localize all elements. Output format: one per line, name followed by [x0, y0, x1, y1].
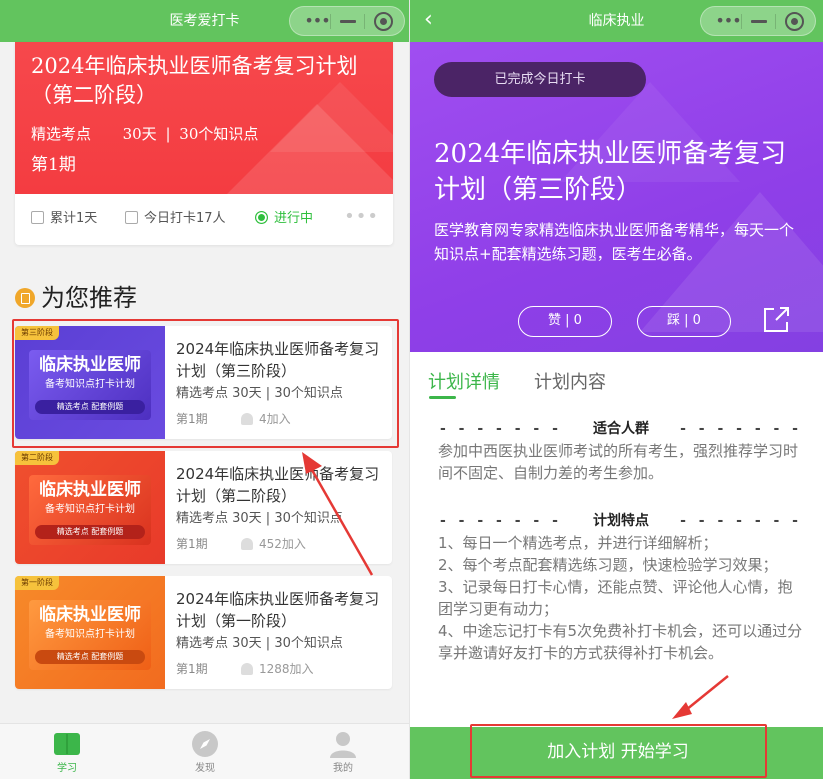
stat-status: 进行中	[255, 210, 313, 228]
current-plan-stats: 累计1天 今日打卡17人 进行中 •••	[15, 194, 393, 245]
stat-today-label: 今日打卡17人	[144, 211, 226, 226]
tab-mine[interactable]: 我的	[303, 724, 383, 779]
meta-separator: |	[165, 125, 171, 143]
like-button[interactable]: 赞 | 0	[518, 306, 612, 337]
person-icon	[241, 663, 253, 675]
right-miniapp-capsule: •••	[700, 6, 816, 36]
thumbnail-subtitle: 备考知识点打卡计划	[45, 504, 135, 515]
tab-plan-detail[interactable]: 计划详情	[428, 370, 500, 396]
compass-icon	[192, 731, 218, 757]
more-options-icon[interactable]: •••	[344, 206, 379, 227]
current-plan-title: 2024年临床执业医师备考复习计划（第二阶段）	[31, 54, 358, 107]
recommend-item-meta: 精选考点 30天 | 30个知识点	[176, 511, 343, 526]
right-screen: ‹ 临床执业 ••• 已完成今日打卡 2024年临床执业医师备考复习计划（第三阶…	[409, 0, 823, 779]
heading-dash: - - - - - - -	[680, 421, 802, 437]
detail-tabs: 计划详情 计划内容	[410, 362, 823, 406]
heading-dash: - - - - - - -	[440, 421, 562, 437]
capsule-divider	[775, 14, 776, 29]
tab-discover[interactable]: 发现	[165, 724, 245, 779]
recommend-item-title: 2024年临床执业医师备考复习计划（第一阶段）	[176, 590, 380, 630]
more-menu-icon[interactable]: •••	[713, 7, 743, 35]
plan-title: 2024年临床执业医师备考复习计划（第三阶段）	[434, 139, 787, 205]
person-icon	[241, 538, 253, 550]
calendar-icon	[31, 211, 44, 224]
recommend-item-title: 2024年临床执业医师备考复习计划（第二阶段）	[176, 465, 380, 505]
dislike-button[interactable]: 踩 | 0	[637, 306, 731, 337]
stat-total-label: 累计1天	[50, 211, 98, 226]
meta-days: 30天	[122, 125, 157, 143]
active-tab-indicator	[429, 396, 456, 399]
right-title-bar: ‹ 临床执业 •••	[410, 0, 823, 42]
feature-point: 1、每日一个精选考点，并进行详细解析；	[438, 534, 718, 552]
annotation-highlight-box	[470, 724, 767, 778]
recommend-item-period: 第1期	[176, 662, 208, 676]
checked-in-badge: 已完成今日打卡	[434, 62, 646, 97]
recommend-item-joined: 452加入	[241, 536, 306, 552]
stat-status-label: 进行中	[274, 211, 314, 226]
annotation-highlight-box	[12, 319, 399, 448]
recommend-item-period: 第1期	[176, 537, 208, 551]
left-title-bar: 医考爱打卡 •••	[0, 0, 409, 42]
stage-tag: 第一阶段	[15, 576, 59, 590]
minimize-icon[interactable]	[751, 20, 767, 23]
close-miniapp-icon[interactable]	[374, 12, 393, 31]
current-plan-banner: 2024年临床执业医师备考复习计划（第二阶段） 精选考点 30天 | 30个知识…	[15, 42, 393, 194]
current-plan-meta: 精选考点 30天 | 30个知识点	[31, 123, 258, 145]
share-icon[interactable]	[762, 306, 790, 334]
meta-knowledge: 30个知识点	[179, 125, 259, 143]
tab-study-label: 学习	[57, 763, 77, 774]
stage-tag: 第二阶段	[15, 451, 59, 465]
recommend-item-stage1[interactable]: 第一阶段 临床执业医师 备考知识点打卡计划 精选考点 配套例题 2024年临床执…	[15, 576, 392, 689]
recommend-icon	[15, 288, 35, 308]
recommend-title: 为您推荐	[41, 284, 137, 312]
thumbnail-features: 精选考点 配套例题	[35, 650, 145, 664]
thumbnail-heading: 临床执业医师	[39, 605, 141, 625]
section-heading-features: - - - - - - - 计划特点 - - - - - - -	[438, 510, 804, 532]
capsule-divider	[330, 14, 331, 29]
plan-hero: 已完成今日打卡 2024年临床执业医师备考复习计划（第三阶段） 医学教育网专家精…	[410, 42, 823, 352]
tab-mine-label: 我的	[333, 763, 353, 774]
recommend-item-joined: 1288加入	[241, 661, 314, 677]
thumbnail-features: 精选考点 配套例题	[35, 525, 145, 539]
plan-thumbnail: 第一阶段 临床执业医师 备考知识点打卡计划 精选考点 配套例题	[15, 576, 165, 689]
thumbnail-heading: 临床执业医师	[39, 480, 141, 500]
plan-thumbnail: 第二阶段 临床执业医师 备考知识点打卡计划 精选考点 配套例题	[15, 451, 165, 564]
current-plan-card[interactable]: 2024年临床执业医师备考复习计划（第二阶段） 精选考点 30天 | 30个知识…	[15, 42, 393, 245]
current-plan-period: 第1期	[31, 155, 76, 175]
close-miniapp-icon[interactable]	[785, 12, 804, 31]
joined-count: 1288加入	[259, 662, 314, 676]
bottom-tab-bar: 学习 发现 我的	[0, 723, 409, 779]
tab-discover-label: 发现	[195, 763, 215, 774]
tab-study[interactable]: 学习	[27, 724, 107, 779]
feature-point: 3、记录每日打卡心情，还能点赞、评论他人心情，抱团学习更有动力；	[438, 578, 793, 618]
tab-plan-content[interactable]: 计划内容	[534, 370, 606, 396]
heading-text: 适合人群	[593, 421, 649, 437]
book-icon	[54, 733, 80, 755]
section-heading-audience: - - - - - - - 适合人群 - - - - - - -	[438, 418, 804, 440]
stat-total-days: 累计1天	[31, 210, 97, 228]
left-miniapp-capsule: •••	[289, 6, 405, 36]
more-menu-icon[interactable]: •••	[302, 7, 332, 35]
joined-count: 452加入	[259, 537, 306, 551]
in-progress-icon	[255, 211, 268, 224]
heading-dash: - - - - - - -	[440, 513, 562, 529]
thumbnail-subtitle: 备考知识点打卡计划	[45, 629, 135, 640]
stat-today-checkins: 今日打卡17人	[125, 210, 226, 228]
feature-point: 4、中途忘记打卡有5次免费补打卡机会，还可以通过分享并邀请好友打卡的方式获得补打…	[438, 622, 803, 662]
recommend-item-meta: 精选考点 30天 | 30个知识点	[176, 636, 343, 651]
recommend-item-stage2[interactable]: 第二阶段 临床执业医师 备考知识点打卡计划 精选考点 配套例题 2024年临床执…	[15, 451, 392, 564]
feature-point: 2、每个考点配套精选练习题，快速检验学习效果；	[438, 556, 778, 574]
heading-dash: - - - - - - -	[680, 513, 802, 529]
meta-points: 精选考点	[31, 125, 92, 143]
person-icon	[330, 732, 356, 758]
checkin-icon	[125, 211, 138, 224]
capsule-divider	[364, 14, 365, 29]
screenshot-root: 医考爱打卡 ••• 2024年临床执业医师备考复习计划（第二阶段） 精选考点 3…	[0, 0, 823, 779]
audience-text: 参加中西医执业医师考试的所有考生，强烈推荐学习时间不固定、自制力差的考生参加。	[438, 442, 799, 482]
plan-description: 医学教育网专家精选临床执业医师备考精华，每天一个知识点+配套精选练习题，医考生必…	[434, 221, 795, 263]
minimize-icon[interactable]	[340, 20, 356, 23]
heading-text: 计划特点	[593, 513, 649, 529]
plan-detail-content: - - - - - - - 适合人群 - - - - - - - 参加中西医执业…	[438, 418, 804, 664]
capsule-divider	[741, 14, 742, 29]
